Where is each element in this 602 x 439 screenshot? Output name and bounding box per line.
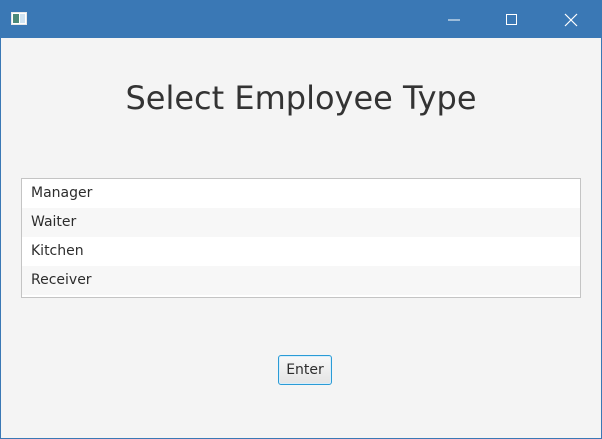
page-title: Select Employee Type — [125, 79, 477, 117]
minimize-button[interactable] — [425, 1, 483, 38]
minimize-icon — [448, 19, 460, 21]
enter-button[interactable]: Enter — [278, 355, 332, 385]
close-icon — [564, 13, 578, 27]
list-item-manager[interactable]: Manager — [22, 179, 580, 208]
list-item-waiter[interactable]: Waiter — [22, 208, 580, 237]
maximize-icon — [506, 14, 517, 25]
app-window: Select Employee Type Manager Waiter Kitc… — [0, 0, 602, 439]
list-item-receiver[interactable]: Receiver — [22, 266, 580, 295]
app-icon[interactable] — [11, 12, 27, 25]
maximize-button[interactable] — [483, 1, 541, 38]
employee-type-list[interactable]: Manager Waiter Kitchen Receiver — [21, 178, 581, 298]
list-item-kitchen[interactable]: Kitchen — [22, 237, 580, 266]
title-bar[interactable] — [1, 1, 601, 38]
close-button[interactable] — [542, 1, 600, 38]
